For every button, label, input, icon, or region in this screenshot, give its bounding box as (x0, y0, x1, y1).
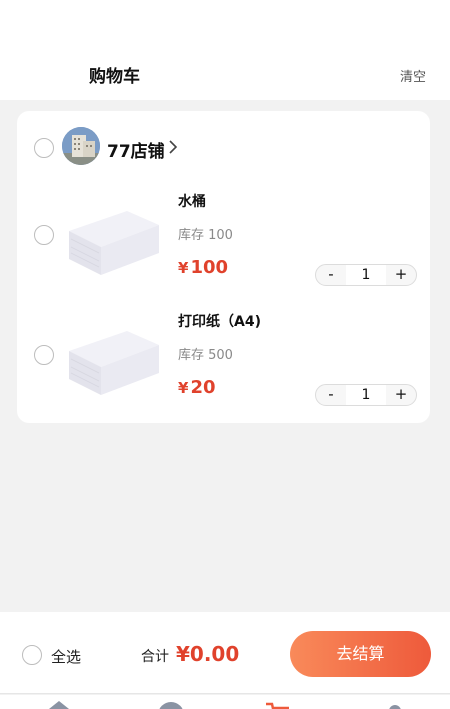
select-all-label[interactable]: 全选 (51, 646, 81, 667)
store-card: 77店铺 水桶 库存 100 ¥100 - 1 + 打印纸（A4) 库存 500… (17, 111, 430, 423)
store-avatar (62, 127, 100, 165)
item-select-radio[interactable] (34, 345, 54, 365)
category-icon[interactable] (156, 701, 186, 709)
currency-symbol: ¥ (176, 642, 190, 666)
quantity-input[interactable]: 1 (346, 265, 386, 285)
quantity-stepper: - 1 + (315, 384, 417, 406)
profile-icon[interactable] (380, 701, 410, 709)
total-value: 0.00 (189, 642, 240, 666)
select-all-radio[interactable] (22, 645, 42, 665)
total-label: 合计 (141, 649, 169, 665)
home-icon[interactable] (44, 701, 74, 709)
total-amount: ¥0.00 (176, 642, 239, 666)
decrease-button[interactable]: - (316, 265, 346, 285)
increase-button[interactable]: + (386, 265, 416, 285)
product-stock: 库存 100 (178, 228, 233, 243)
quantity-stepper: - 1 + (315, 264, 417, 286)
product-price: ¥100 (178, 257, 228, 278)
price-value: 100 (190, 257, 229, 278)
store-select-radio[interactable] (34, 138, 54, 158)
item-select-radio[interactable] (34, 225, 54, 245)
currency-symbol: ¥ (178, 379, 189, 397)
page-title: 购物车 (89, 67, 140, 87)
checkout-bar: 全选 合计 ¥0.00 去结算 (0, 612, 450, 694)
product-image[interactable] (65, 313, 161, 399)
clear-cart-button[interactable]: 清空 (400, 66, 426, 85)
increase-button[interactable]: + (386, 385, 416, 405)
price-value: 20 (190, 377, 216, 398)
decrease-button[interactable]: - (316, 385, 346, 405)
quantity-input[interactable]: 1 (346, 385, 386, 405)
product-price: ¥20 (178, 377, 216, 398)
currency-symbol: ¥ (178, 259, 189, 277)
product-name[interactable]: 打印纸（A4) (178, 311, 261, 331)
chevron-right-icon[interactable] (167, 139, 179, 155)
checkout-button[interactable]: 去结算 (290, 631, 431, 677)
product-name[interactable]: 水桶 (178, 191, 206, 211)
store-name[interactable]: 77店铺 (107, 137, 165, 162)
cart-page: 购物车 清空 77店铺 水桶 库存 100 ¥ 100 - 1 + 打印纸（A4… (0, 0, 450, 709)
header: 购物车 清空 (0, 0, 450, 100)
tab-bar (0, 695, 450, 709)
product-image[interactable] (65, 193, 161, 279)
product-stock: 库存 500 (178, 348, 233, 363)
cart-icon[interactable] (263, 701, 293, 709)
